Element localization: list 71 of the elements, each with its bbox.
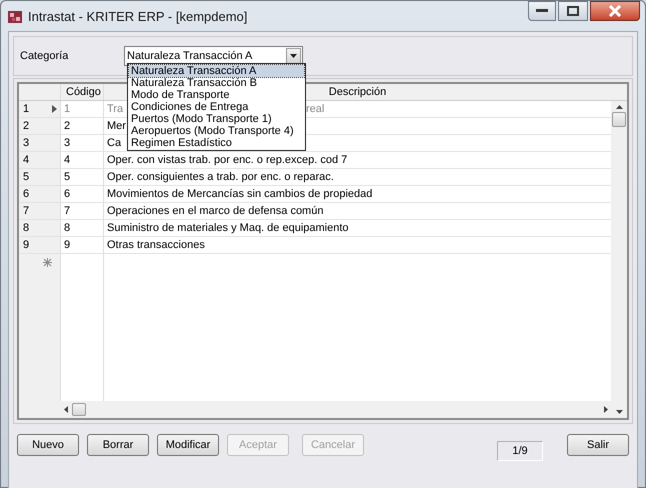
row-number: 7 <box>23 204 30 219</box>
row-number: 1 <box>23 102 30 117</box>
row-header[interactable]: 9 <box>19 237 61 253</box>
row-header[interactable]: 3 <box>19 135 61 151</box>
row-header[interactable]: 7 <box>19 203 61 219</box>
window-title: Intrastat - KRITER ERP - [kempdemo] <box>28 9 248 25</box>
dropdown-option[interactable]: Puertos (Modo Transporte 1) <box>129 113 304 125</box>
table-cell: 3 <box>61 135 104 151</box>
maximize-icon <box>567 6 579 16</box>
row-header[interactable]: 4 <box>19 152 61 168</box>
dropdown-option[interactable]: Modo de Transporte <box>129 89 304 101</box>
scroll-up-icon <box>616 105 622 109</box>
new-row-icon <box>43 258 52 267</box>
table-cell: 2 <box>61 118 104 134</box>
close-button[interactable] <box>590 1 640 21</box>
table-cell-text: Otras transacciones <box>107 238 205 253</box>
row-header[interactable]: 1 <box>19 101 61 117</box>
row-header[interactable]: 6 <box>19 186 61 202</box>
dropdown-option[interactable]: Condiciones de Entrega <box>129 101 304 113</box>
minimize-button[interactable] <box>528 1 556 21</box>
dropdown-option[interactable]: Regimen Estadístico <box>129 137 304 149</box>
table-cell-text: Oper. con vistas trab. por enc. o rep.excep. cod 7 <box>107 153 348 168</box>
row-number: 8 <box>23 221 30 236</box>
toolbar-button[interactable]: Borrar <box>87 434 149 456</box>
table-cell: 5 <box>61 169 104 185</box>
table-cell-text: real <box>306 102 324 117</box>
dropdown-option[interactable]: Naturaleza Transacción B <box>129 77 304 89</box>
table-cell: 7 <box>61 203 104 219</box>
scroll-down-icon <box>616 410 622 414</box>
table-cell-text: Oper. consiguientes a trab. por enc. o reparac. <box>107 170 334 185</box>
row-header[interactable]: 2 <box>19 118 61 134</box>
column-header[interactable]: Código <box>61 84 104 100</box>
table-cell-text: Operaciones en el marco de defensa común <box>107 204 324 219</box>
exit-button[interactable]: Salir <box>567 434 629 456</box>
dropdown-option[interactable]: Naturaleza Transacción A <box>129 65 304 77</box>
table-cell: 1 <box>61 101 104 117</box>
row-number: 5 <box>23 170 30 185</box>
record-counter: 1/9 <box>497 441 543 461</box>
vertical-scrollbar[interactable] <box>611 101 627 418</box>
toolbar-button[interactable]: Modificar <box>157 434 219 456</box>
table-cell: 9 <box>61 237 104 253</box>
app-logo-icon <box>7 9 23 25</box>
table-cell-text: Suministro de materiales y Maq. de equipamiento <box>107 221 349 236</box>
maximize-button[interactable] <box>558 1 588 21</box>
scroll-thumb[interactable] <box>72 403 86 416</box>
row-number: 4 <box>23 153 30 168</box>
row-number: 9 <box>23 238 30 253</box>
table-cell-text: Mer <box>107 119 126 134</box>
caret-icon <box>290 54 297 58</box>
row-header[interactable] <box>19 254 61 271</box>
row-number: 3 <box>23 136 30 151</box>
scroll-thumb[interactable] <box>612 112 626 127</box>
scroll-left-icon <box>64 406 68 413</box>
table-cell: 8 <box>61 220 104 236</box>
dropdown-option[interactable]: Aeropuertos (Modo Transporte 4) <box>129 125 304 137</box>
table-cell: 6 <box>61 186 104 202</box>
minimize-icon <box>536 9 548 13</box>
table-cell-text: Ca <box>107 136 122 151</box>
row-header[interactable]: 5 <box>19 169 61 185</box>
close-icon <box>608 5 622 17</box>
table-cell-text: Tra <box>107 102 124 117</box>
row-number: 6 <box>23 187 30 202</box>
field-label: Categoría <box>20 48 70 64</box>
row-number: 2 <box>23 119 30 134</box>
dropdown-button[interactable] <box>286 48 301 64</box>
toolbar-button[interactable]: Nuevo <box>17 434 79 456</box>
scroll-right-icon <box>604 406 608 413</box>
table-cell: 4 <box>61 152 104 168</box>
table-cell-text: Movimientos de Mercancías sin cambios de propiedad <box>107 187 372 202</box>
row-header[interactable]: 8 <box>19 220 61 236</box>
column-header[interactable]: Descripción <box>328 84 386 100</box>
